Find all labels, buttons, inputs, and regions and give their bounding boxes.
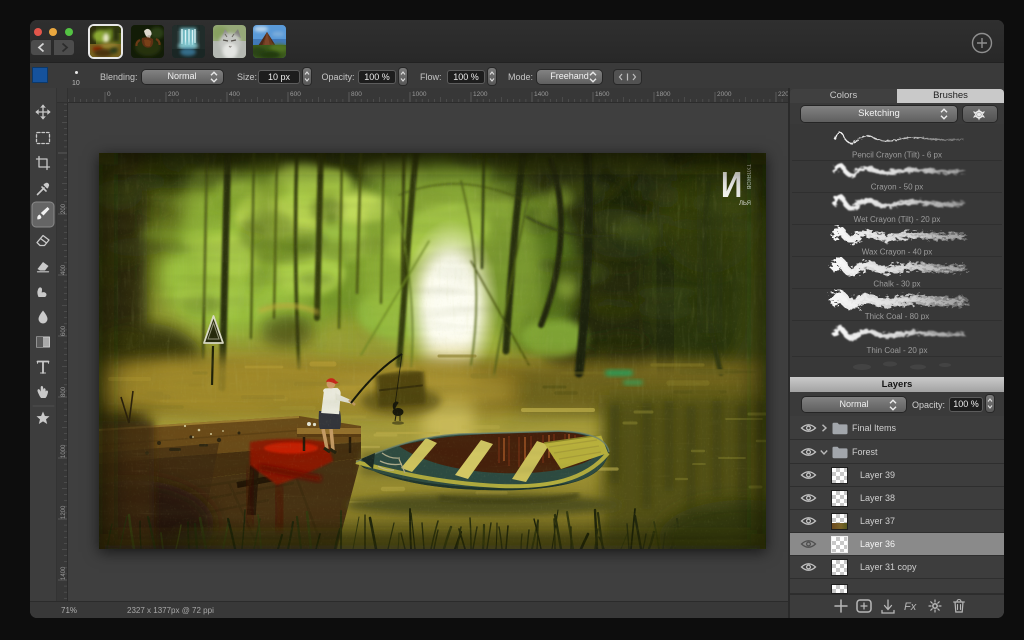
svg-text:Wax Crayon - 40 px: Wax Crayon - 40 px: [862, 248, 932, 257]
svg-text:2200: 2200: [778, 91, 788, 98]
svg-text:1400: 1400: [534, 91, 549, 98]
svg-text:200: 200: [168, 91, 179, 98]
svg-text:1000: 1000: [61, 444, 67, 458]
svg-text:800: 800: [61, 386, 67, 397]
svg-text:0: 0: [107, 91, 111, 98]
svg-text:Crayon - 50 px: Crayon - 50 px: [871, 183, 923, 192]
svg-text:600: 600: [290, 91, 301, 98]
svg-text:1400: 1400: [61, 566, 67, 580]
svg-text:400: 400: [229, 91, 240, 98]
svg-text:1200: 1200: [61, 505, 67, 519]
svg-text:600: 600: [61, 325, 67, 336]
svg-text:И: И: [721, 164, 742, 204]
svg-text:ЛЬЯ: ЛЬЯ: [739, 201, 751, 207]
svg-text:Pencil Crayon (Tilt) - 6 px: Pencil Crayon (Tilt) - 6 px: [852, 151, 942, 160]
svg-text:1200: 1200: [473, 91, 488, 98]
svg-text:Fx: Fx: [904, 601, 917, 613]
svg-text:2000: 2000: [717, 91, 732, 98]
svg-text:1600: 1600: [595, 91, 610, 98]
svg-text:200: 200: [61, 203, 67, 214]
svg-text:Wet Crayon (Tilt) - 20 px: Wet Crayon (Tilt) - 20 px: [854, 215, 941, 224]
svg-text:1000: 1000: [412, 91, 427, 98]
svg-text:Thick Coal - 80 px: Thick Coal - 80 px: [865, 312, 929, 321]
svg-text:ТУЛЯКОВ: ТУЛЯКОВ: [745, 164, 751, 190]
svg-text:800: 800: [351, 91, 362, 98]
svg-text:1800: 1800: [656, 91, 671, 98]
svg-text:400: 400: [61, 264, 67, 275]
svg-text:Thin Coal - 20 px: Thin Coal - 20 px: [867, 346, 928, 355]
svg-text:Chalk - 30 px: Chalk - 30 px: [873, 280, 920, 289]
